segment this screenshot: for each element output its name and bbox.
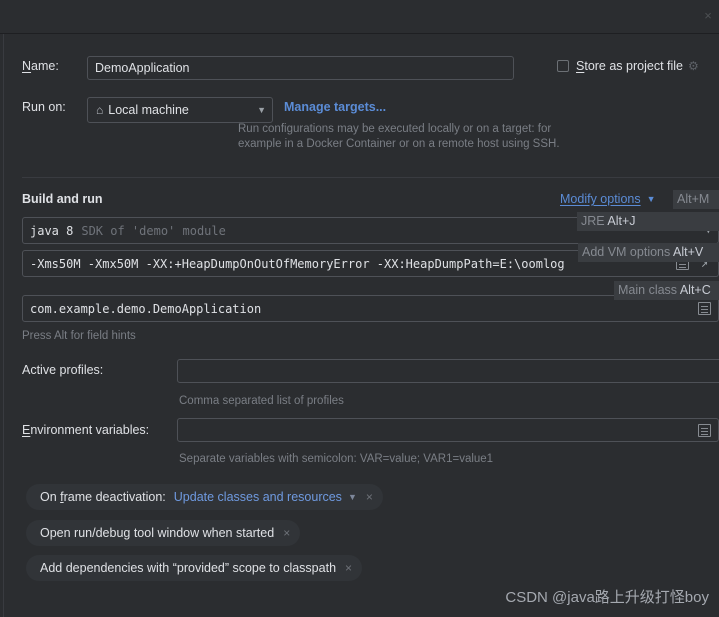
vm-options-value: -Xms50M -Xmx50M -XX:+HeapDumpOnOutOfMemo…: [30, 256, 565, 271]
main-class-browse-icon[interactable]: [698, 302, 711, 315]
active-profiles-hint: Comma separated list of profiles: [179, 395, 344, 407]
chip-on-frame-deactivation-label: On frame deactivation:: [40, 490, 166, 504]
alt-hint-add-vm-options: Add VM options Alt+V: [578, 243, 719, 262]
chevron-down-icon[interactable]: ▼: [249, 105, 266, 115]
build-and-run-title: Build and run: [22, 192, 103, 206]
store-as-project-file-label: Store as project file: [576, 59, 683, 73]
chip-on-frame-deactivation[interactable]: On frame deactivation: Update classes an…: [26, 484, 383, 510]
run-configuration-dialog: × Name: DemoApplication Store as project…: [0, 0, 719, 617]
environment-variables-label-wrap: Environment variables:: [22, 423, 149, 437]
environment-variables-hint: Separate variables with semicolon: VAR=v…: [179, 453, 494, 465]
chip-on-frame-deactivation-value[interactable]: Update classes and resources: [174, 490, 342, 504]
name-label-mnemonic: N: [22, 59, 32, 73]
run-on-description-line2: example in a Docker Container or on a re…: [238, 138, 560, 150]
chip-add-provided-dependencies-remove-icon[interactable]: ×: [345, 562, 352, 574]
modify-options-chevron-down-icon[interactable]: ▼: [647, 194, 656, 204]
run-on-label-wrap: Run on:: [22, 100, 66, 114]
alt-hint-jre: JRE Alt+J: [577, 212, 719, 231]
configuration-panel: Name: DemoApplication Store as project f…: [4, 34, 719, 617]
manage-targets-wrap[interactable]: Manage targets...: [284, 100, 386, 114]
run-on-combobox[interactable]: ⌂ Local machine ▼: [87, 97, 273, 123]
alt-hint-add-vm-options-label: Add VM options: [582, 245, 674, 259]
alt-hint-jre-key: Alt+J: [607, 214, 636, 228]
chip-add-provided-dependencies-label: Add dependencies with “provided” scope t…: [40, 561, 337, 575]
dialog-title-bar: ×: [0, 0, 719, 33]
alt-hint-modify-options-text: Alt+M: [677, 192, 710, 206]
alt-hint-main-class-label: Main class: [618, 283, 680, 297]
modify-options-rest: odify options: [570, 192, 641, 206]
name-label: Name:: [22, 59, 59, 73]
active-profiles-input[interactable]: [177, 359, 719, 383]
environment-variables-rest: nvironment variables:: [30, 423, 150, 437]
store-as-project-file-checkbox[interactable]: [557, 60, 569, 72]
active-profiles-label: Active profiles:: [22, 363, 104, 377]
name-input-value: DemoApplication: [95, 61, 190, 75]
run-on-label: Run on:: [22, 100, 66, 114]
run-on-description: Run configurations may be executed local…: [238, 122, 658, 152]
chip-on-frame-deactivation-remove-icon[interactable]: ×: [366, 491, 373, 503]
name-label-rest: ame:: [31, 59, 59, 73]
alt-hint-main-class: Main class Alt+C: [614, 281, 719, 300]
chip-label-pre: On: [40, 490, 61, 504]
home-icon: ⌂: [96, 103, 104, 117]
gear-icon[interactable]: ⚙: [688, 59, 701, 73]
run-on-value: Local machine: [108, 103, 189, 117]
alt-hint-main-class-key: Alt+C: [679, 283, 711, 297]
modify-options-mnemonic: M: [560, 192, 571, 206]
name-label-wrap: Name:: [22, 59, 59, 73]
close-icon[interactable]: ×: [701, 9, 715, 23]
environment-variables-label: Environment variables:: [22, 423, 149, 437]
alt-hint-modify-options: Alt+M: [673, 190, 719, 209]
environment-variables-input[interactable]: [177, 418, 719, 442]
chip-chevron-down-icon[interactable]: ▼: [348, 492, 357, 502]
environment-variables-browse-icon[interactable]: [698, 423, 711, 437]
modify-options-wrap[interactable]: Modify options ▼: [560, 192, 656, 206]
chip-open-run-debug-tool-window-label: Open run/debug tool window when started: [40, 526, 275, 540]
main-class-value: com.example.demo.DemoApplication: [30, 301, 262, 316]
manage-targets-link[interactable]: Manage targets...: [284, 100, 386, 114]
build-and-run-separator: [22, 177, 719, 178]
store-as-project-file-rest: tore as project file: [584, 59, 684, 73]
alt-hint-jre-label: JRE: [581, 214, 608, 228]
watermark-text: CSDN @java路上升级打怪boy: [505, 589, 709, 606]
jre-value: java 8: [30, 223, 74, 238]
press-alt-hint: Press Alt for field hints: [22, 330, 136, 342]
chip-open-run-debug-tool-window[interactable]: Open run/debug tool window when started …: [26, 520, 301, 546]
store-as-project-file-row[interactable]: Store as project file ⚙: [557, 59, 701, 73]
alt-hint-add-vm-options-key: Alt+V: [673, 245, 704, 259]
chip-open-run-debug-tool-window-remove-icon[interactable]: ×: [283, 527, 290, 539]
name-input[interactable]: DemoApplication: [87, 56, 514, 80]
chip-add-provided-dependencies[interactable]: Add dependencies with “provided” scope t…: [26, 555, 363, 581]
chip-label-post: rame deactivation:: [63, 490, 166, 504]
run-on-description-line1: Run configurations may be executed local…: [238, 123, 552, 135]
jre-hint: SDK of 'demo' module: [81, 223, 226, 238]
modify-options-link[interactable]: Modify options: [560, 192, 641, 206]
active-profiles-label-wrap: Active profiles:: [22, 363, 103, 377]
